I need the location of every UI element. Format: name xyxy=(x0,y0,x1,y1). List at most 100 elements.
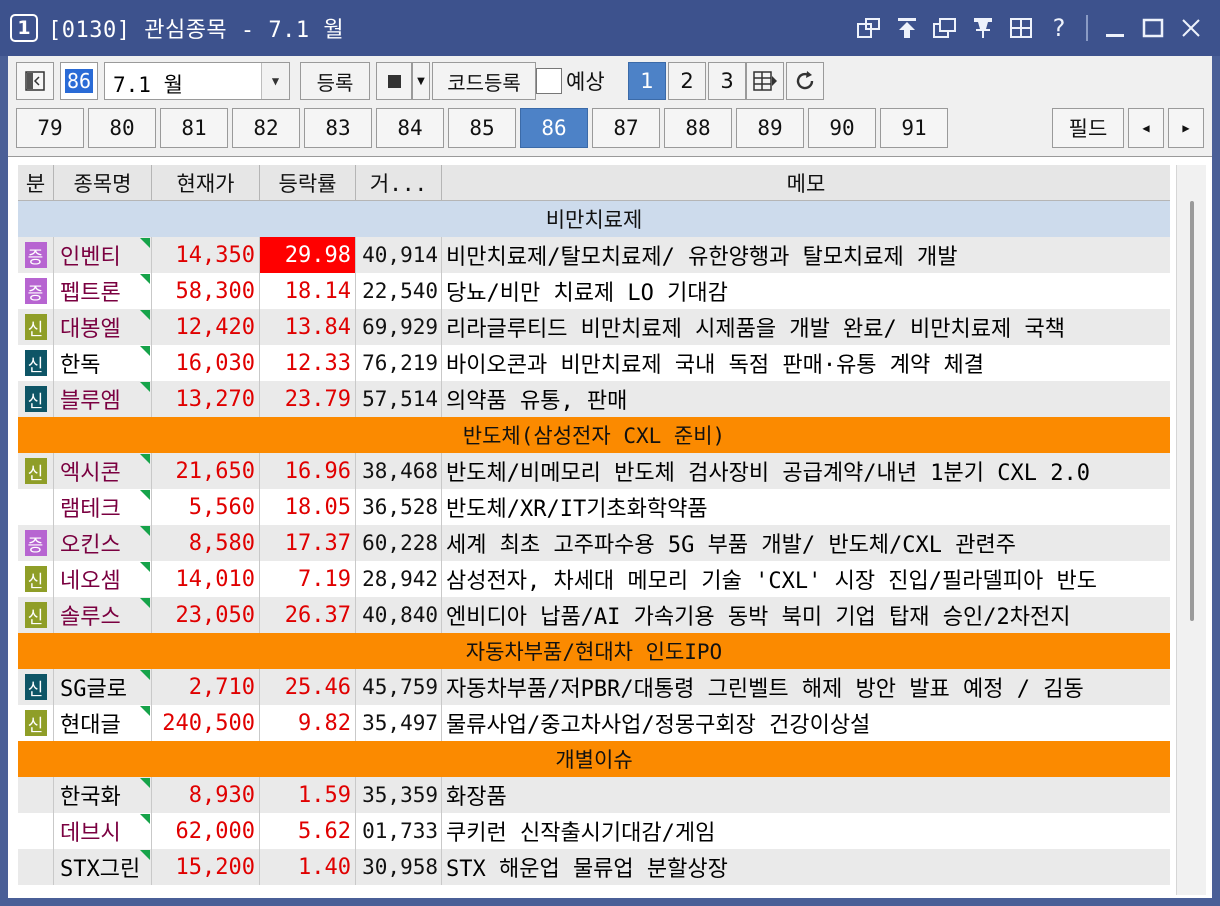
field-button[interactable]: 필드 xyxy=(1052,108,1124,148)
copy-window-icon[interactable] xyxy=(926,10,964,46)
vertical-scrollbar[interactable] xyxy=(1176,165,1206,895)
group-tab-84[interactable]: 84 xyxy=(376,108,444,148)
register-button[interactable]: 등록 xyxy=(300,62,370,100)
group-header-row[interactable]: 개별이슈 xyxy=(18,741,1170,777)
header-volume[interactable]: 거... xyxy=(356,165,442,201)
memo-cell[interactable]: 물류사업/중고차사업/정몽구회장 건강이상설 xyxy=(442,705,1170,741)
table-row[interactable]: 증 오킨스 8,580 17.37 60,228 세계 최초 고주파수용 5G 부품 개발… xyxy=(18,525,1170,561)
stop-button[interactable] xyxy=(376,62,412,100)
stock-name-cell[interactable]: STX그린 xyxy=(54,849,152,885)
group-header-row[interactable]: 반도체(삼성전자 CXL 준비) xyxy=(18,417,1170,453)
memo-cell[interactable]: 자동차부품/저PBR/대통령 그린벨트 해제 방안 발표 예정 / 김동 xyxy=(442,669,1170,705)
division-cell: 신 xyxy=(18,453,54,489)
memo-cell[interactable]: 의약품 유통, 판매 xyxy=(442,381,1170,417)
stock-name-cell[interactable]: 인벤티 xyxy=(54,237,152,273)
table-row[interactable]: 신 네오셈 14,010 7.19 28,942 삼성전자, 차세대 메모리 기술 'CX… xyxy=(18,561,1170,597)
header-division[interactable]: 분 xyxy=(18,165,54,201)
stock-name-cell[interactable]: 블루엠 xyxy=(54,381,152,417)
table-row[interactable]: 데브시 62,000 5.62 01,733 쿠키런 신작출시기대감/게임 xyxy=(18,813,1170,849)
memo-cell[interactable]: STX 해운업 물류업 분할상장 xyxy=(442,849,1170,885)
stock-name-cell[interactable]: SG글로 xyxy=(54,669,152,705)
group-tab-83[interactable]: 83 xyxy=(304,108,372,148)
code-register-button[interactable]: 코드등록 xyxy=(432,62,536,100)
memo-cell[interactable]: 세계 최초 고주파수용 5G 부품 개발/ 반도체/CXL 관련주 xyxy=(442,525,1170,561)
table-row[interactable]: 신 현대글 240,500 9.82 35,497 물류사업/중고차사업/정몽구회장 건강… xyxy=(18,705,1170,741)
stock-name-cell[interactable]: 솔루스 xyxy=(54,597,152,633)
title-bar[interactable]: 1 [0130] 관심종목 - 7.1 월 ? xyxy=(0,0,1220,56)
stock-name-cell[interactable]: 대봉엘 xyxy=(54,309,152,345)
memo-cell[interactable]: 삼성전자, 차세대 메모리 기술 'CXL' 시장 진입/필라델피아 반도 xyxy=(442,561,1170,597)
group-name-combo[interactable]: 7.1 월 ▼ xyxy=(104,62,290,100)
maximize-icon[interactable] xyxy=(1134,10,1172,46)
grid-icon[interactable] xyxy=(1002,10,1040,46)
memo-cell[interactable]: 화장품 xyxy=(442,777,1170,813)
refresh-button[interactable] xyxy=(786,62,824,100)
page-button-2[interactable]: 2 xyxy=(668,62,706,100)
table-row[interactable]: 신 SG글로 2,710 25.46 45,759 자동차부품/저PBR/대통령 그린벨트… xyxy=(18,669,1170,705)
chevron-down-icon[interactable]: ▼ xyxy=(261,63,289,99)
group-tab-80[interactable]: 80 xyxy=(88,108,156,148)
header-memo[interactable]: 메모 xyxy=(442,165,1170,201)
stock-name-cell[interactable]: 한국화 xyxy=(54,777,152,813)
page-button-3[interactable]: 3 xyxy=(708,62,746,100)
change-rate-cell: 1.59 xyxy=(260,777,356,813)
table-row[interactable]: 신 엑시콘 21,650 16.96 38,468 반도체/비메모리 반도체 검사장비 공… xyxy=(18,453,1170,489)
stock-name-cell[interactable]: 엑시콘 xyxy=(54,453,152,489)
pin-top-icon[interactable] xyxy=(888,10,926,46)
memo-cell[interactable]: 바이오콘과 비만치료제 국내 독점 판매·유통 계약 체결 xyxy=(442,345,1170,381)
stock-name-cell[interactable]: 네오셈 xyxy=(54,561,152,597)
stock-name-cell[interactable]: 램테크 xyxy=(54,489,152,525)
group-number-box[interactable]: 86 xyxy=(60,62,98,100)
table-row[interactable]: 신 대봉엘 12,420 13.84 69,929 리라글루티드 비만치료제 시제품을 개… xyxy=(18,309,1170,345)
group-header-row[interactable]: 비만치료제 xyxy=(18,201,1170,237)
memo-cell[interactable]: 엔비디아 납품/AI 가속기용 동박 북미 기업 탑재 승인/2차전지 xyxy=(442,597,1170,633)
stock-name-cell[interactable]: 현대글 xyxy=(54,705,152,741)
memo-cell[interactable]: 반도체/비메모리 반도체 검사장비 공급계약/내년 1분기 CXL 2.0 xyxy=(442,453,1170,489)
layout-button[interactable] xyxy=(746,62,784,100)
table-row[interactable]: 한국화 8,930 1.59 35,359 화장품 xyxy=(18,777,1170,813)
header-name[interactable]: 종목명 xyxy=(54,165,152,201)
help-icon[interactable]: ? xyxy=(1040,10,1078,46)
table-row[interactable]: 램테크 5,560 18.05 36,528 반도체/XR/IT기초화학약품 xyxy=(18,489,1170,525)
header-rate[interactable]: 등락률 xyxy=(260,165,356,201)
group-tab-86[interactable]: 86 xyxy=(520,108,588,148)
memo-cell[interactable]: 비만치료제/탈모치료제/ 유한양행과 탈모치료제 개발 xyxy=(442,237,1170,273)
table-row[interactable]: 신 블루엠 13,270 23.79 57,514 의약품 유통, 판매 xyxy=(18,381,1170,417)
group-tab-87[interactable]: 87 xyxy=(592,108,660,148)
group-tab-88[interactable]: 88 xyxy=(664,108,732,148)
group-tab-82[interactable]: 82 xyxy=(232,108,300,148)
table-row[interactable]: 증 펩트론 58,300 18.14 22,540 당뇨/비만 치료제 LO 기대감 xyxy=(18,273,1170,309)
scroll-right-button[interactable]: ▶ xyxy=(1168,108,1204,148)
memo-cell[interactable]: 리라글루티드 비만치료제 시제품을 개발 완료/ 비만치료제 국책 xyxy=(442,309,1170,345)
stop-dropdown-button[interactable]: ▼ xyxy=(412,62,430,100)
scroll-left-button[interactable]: ◀ xyxy=(1128,108,1164,148)
pin-icon[interactable] xyxy=(964,10,1002,46)
group-tab-81[interactable]: 81 xyxy=(160,108,228,148)
table-row[interactable]: 신 한독 16,030 12.33 76,219 바이오콘과 비만치료제 국내 독점 판매… xyxy=(18,345,1170,381)
minimize-icon[interactable] xyxy=(1096,10,1134,46)
group-tab-79[interactable]: 79 xyxy=(16,108,84,148)
stock-name-cell[interactable]: 펩트론 xyxy=(54,273,152,309)
close-icon[interactable] xyxy=(1172,10,1210,46)
header-price[interactable]: 현재가 xyxy=(152,165,260,201)
group-tab-85[interactable]: 85 xyxy=(448,108,516,148)
group-tab-91[interactable]: 91 xyxy=(880,108,948,148)
sidebar-toggle-button[interactable] xyxy=(16,62,54,100)
page-button-1[interactable]: 1 xyxy=(628,62,666,100)
forecast-checkbox[interactable] xyxy=(536,68,562,94)
group-tab-89[interactable]: 89 xyxy=(736,108,804,148)
table-row[interactable]: STX그린 15,200 1.40 30,958 STX 해운업 물류업 분할상장 xyxy=(18,849,1170,885)
stock-name-cell[interactable]: 데브시 xyxy=(54,813,152,849)
memo-cell[interactable]: 쿠키런 신작출시기대감/게임 xyxy=(442,813,1170,849)
stock-name-cell[interactable]: 오킨스 xyxy=(54,525,152,561)
table-row[interactable]: 신 솔루스 23,050 26.37 40,840 엔비디아 납품/AI 가속기용 동박 … xyxy=(18,597,1170,633)
table-row[interactable]: 증 인벤티 14,350 29.98 40,914 비만치료제/탈모치료제/ 유한양행과 … xyxy=(18,237,1170,273)
scrollbar-thumb[interactable] xyxy=(1190,201,1194,621)
price-cell: 8,930 xyxy=(152,777,260,813)
memo-cell[interactable]: 당뇨/비만 치료제 LO 기대감 xyxy=(442,273,1170,309)
group-tab-90[interactable]: 90 xyxy=(808,108,876,148)
memo-cell[interactable]: 반도체/XR/IT기초화학약품 xyxy=(442,489,1170,525)
stock-name-cell[interactable]: 한독 xyxy=(54,345,152,381)
group-header-row[interactable]: 자동차부품/현대차 인도IPO xyxy=(18,633,1170,669)
link-window-icon[interactable] xyxy=(850,10,888,46)
